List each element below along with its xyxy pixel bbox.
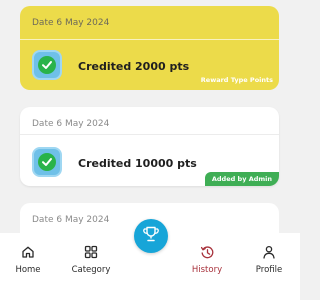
history-card-admin[interactable]: Date 6 May 2024 Credited 10000 pts Added… <box>20 107 279 186</box>
nav-profile-label: Profile <box>255 265 283 275</box>
person-icon <box>239 245 299 261</box>
card-date: Date 6 May 2024 <box>32 215 110 225</box>
nav-home[interactable]: Home <box>0 245 58 275</box>
history-icon <box>177 245 237 261</box>
card-title: Credited 2000 pts <box>78 60 190 73</box>
card-tag: Reward Type Points <box>200 76 273 84</box>
nav-profile[interactable]: Profile <box>239 245 299 275</box>
card-tag-badge: Added by Admin <box>204 172 279 186</box>
check-icon <box>32 147 62 177</box>
rewards-fab-button[interactable] <box>134 219 168 253</box>
nav-category[interactable]: Category <box>61 245 121 275</box>
nav-history-label: History <box>191 265 223 275</box>
grid-icon <box>61 245 121 261</box>
nav-home-label: Home <box>15 265 41 275</box>
card-divider <box>20 39 279 40</box>
card-date: Date 6 May 2024 <box>32 119 110 129</box>
nav-history[interactable]: History <box>177 245 237 275</box>
check-icon <box>32 50 62 80</box>
home-icon <box>0 245 58 261</box>
history-card-reward[interactable]: Date 6 May 2024 Credited 2000 pts Reward… <box>20 6 279 90</box>
trophy-icon <box>142 225 160 247</box>
card-title: Credited 10000 pts <box>78 157 197 170</box>
card-divider <box>20 134 279 135</box>
card-date: Date 6 May 2024 <box>32 18 110 28</box>
nav-category-label: Category <box>71 265 111 275</box>
